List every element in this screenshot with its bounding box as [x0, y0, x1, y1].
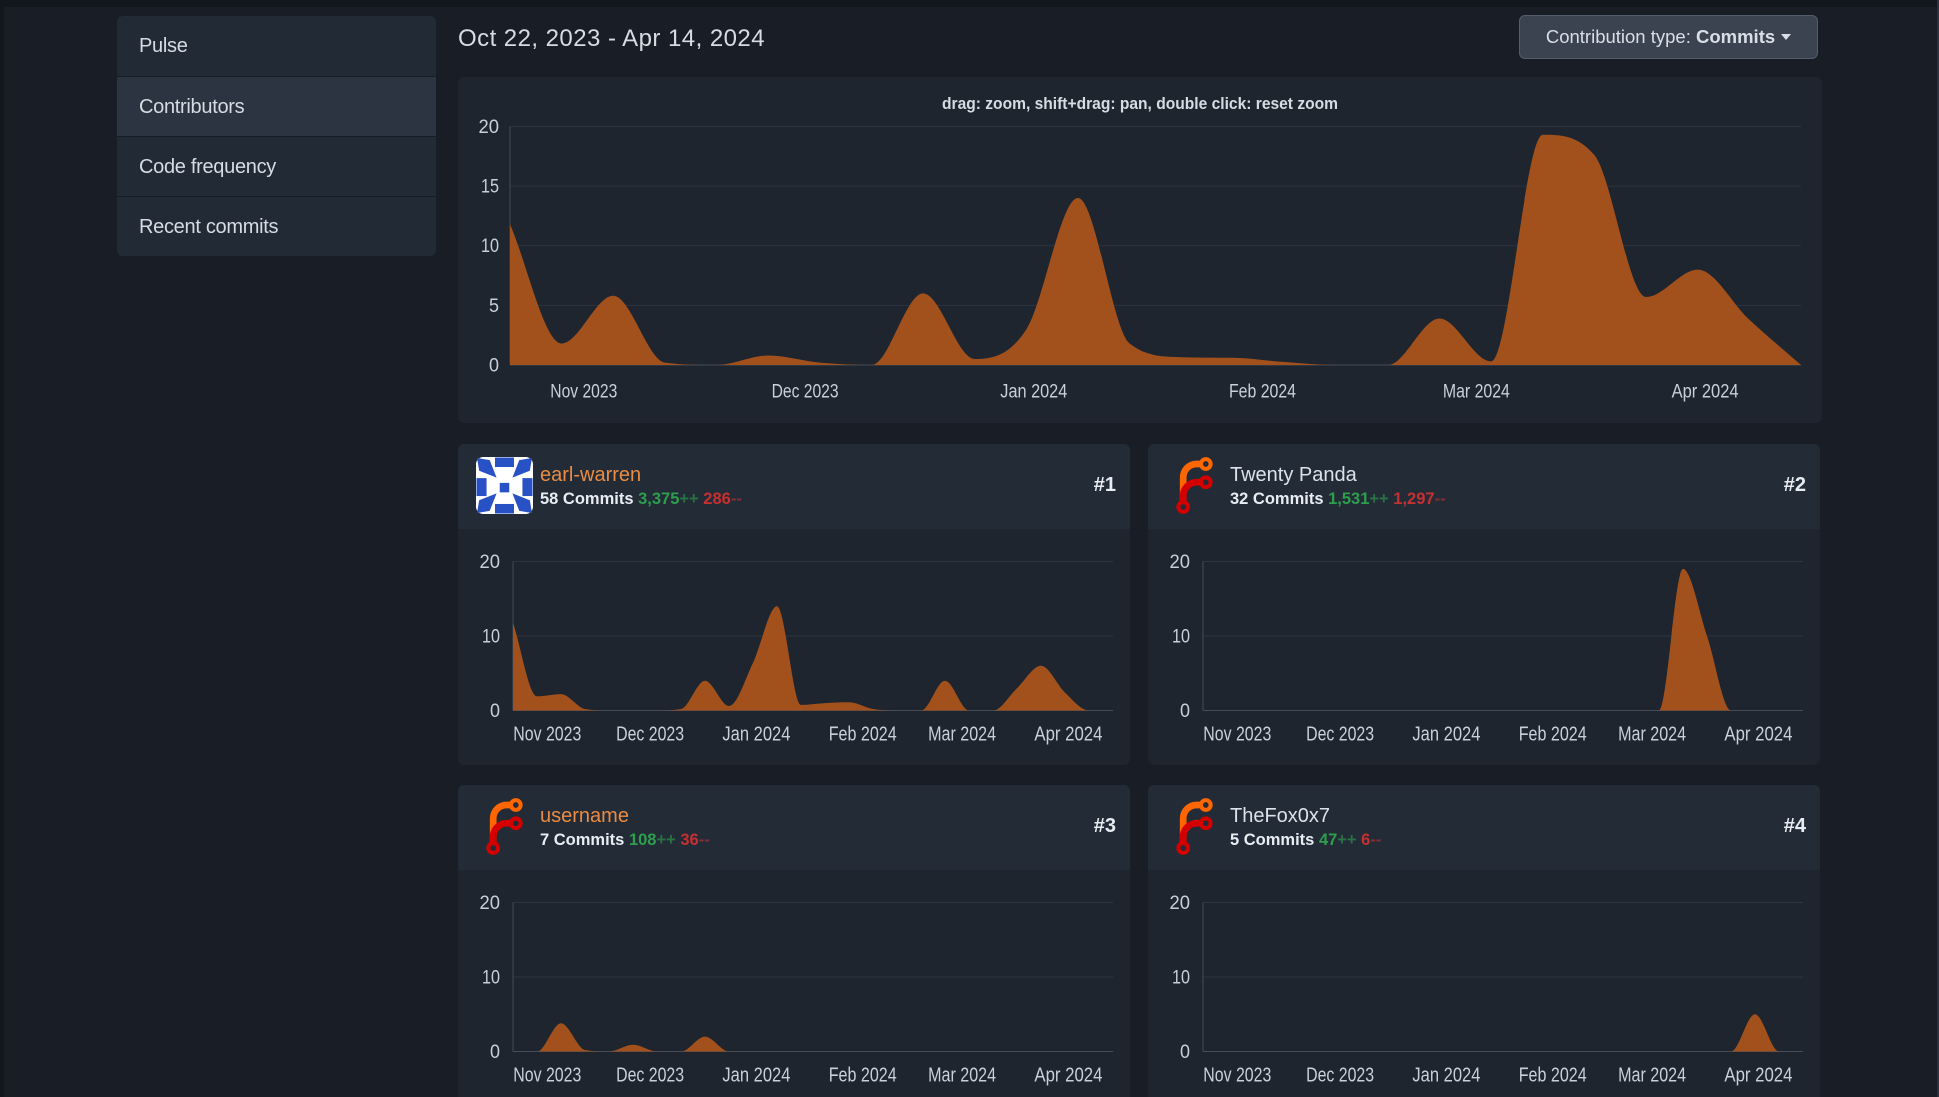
svg-text:20: 20 — [1170, 893, 1191, 914]
svg-text:Mar 2024: Mar 2024 — [928, 1065, 996, 1087]
svg-text:Nov 2023: Nov 2023 — [513, 1065, 581, 1087]
svg-text:0: 0 — [490, 701, 500, 722]
svg-text:20: 20 — [479, 117, 500, 138]
svg-text:Apr 2024: Apr 2024 — [1724, 724, 1792, 746]
svg-text:10: 10 — [481, 236, 499, 257]
svg-text:Apr 2024: Apr 2024 — [1672, 382, 1739, 403]
svg-text:Feb 2024: Feb 2024 — [829, 1065, 897, 1087]
svg-text:0: 0 — [1180, 1042, 1190, 1063]
svg-text:Feb 2024: Feb 2024 — [1229, 382, 1296, 403]
svg-text:Dec 2023: Dec 2023 — [772, 382, 839, 403]
svg-text:Mar 2024: Mar 2024 — [928, 724, 996, 746]
svg-text:0: 0 — [1180, 701, 1190, 722]
svg-text:Dec 2023: Dec 2023 — [616, 1065, 684, 1087]
svg-text:Apr 2024: Apr 2024 — [1724, 1065, 1792, 1087]
svg-text:Dec 2023: Dec 2023 — [616, 724, 684, 746]
svg-text:drag: zoom, shift+drag: pan, d: drag: zoom, shift+drag: pan, double clic… — [942, 95, 1338, 113]
svg-text:Mar 2024: Mar 2024 — [1618, 1065, 1686, 1087]
svg-text:Jan 2024: Jan 2024 — [722, 1065, 790, 1087]
svg-text:5: 5 — [489, 296, 499, 317]
svg-text:10: 10 — [482, 968, 500, 989]
svg-text:Apr 2024: Apr 2024 — [1034, 724, 1102, 746]
svg-text:Nov 2023: Nov 2023 — [1203, 724, 1271, 746]
svg-text:Dec 2023: Dec 2023 — [1306, 724, 1374, 746]
svg-text:0: 0 — [490, 1042, 500, 1063]
svg-text:Nov 2023: Nov 2023 — [513, 724, 581, 746]
svg-text:Mar 2024: Mar 2024 — [1618, 724, 1686, 746]
svg-text:10: 10 — [1172, 627, 1190, 648]
svg-text:10: 10 — [482, 627, 500, 648]
svg-text:Jan 2024: Jan 2024 — [1412, 1065, 1480, 1087]
svg-text:Feb 2024: Feb 2024 — [829, 724, 897, 746]
svg-text:Jan 2024: Jan 2024 — [1412, 724, 1480, 746]
svg-text:Jan 2024: Jan 2024 — [1000, 382, 1067, 403]
svg-text:Jan 2024: Jan 2024 — [722, 724, 790, 746]
svg-text:Dec 2023: Dec 2023 — [1306, 1065, 1374, 1087]
svg-text:15: 15 — [481, 177, 499, 198]
svg-text:0: 0 — [489, 356, 499, 377]
svg-text:10: 10 — [1172, 968, 1190, 989]
svg-text:Nov 2023: Nov 2023 — [550, 382, 617, 403]
svg-text:Nov 2023: Nov 2023 — [1203, 1065, 1271, 1087]
svg-text:20: 20 — [480, 552, 501, 573]
svg-text:20: 20 — [1170, 552, 1191, 573]
svg-text:20: 20 — [480, 893, 501, 914]
svg-text:Feb 2024: Feb 2024 — [1519, 724, 1587, 746]
svg-text:Apr 2024: Apr 2024 — [1034, 1065, 1102, 1087]
svg-text:Mar 2024: Mar 2024 — [1443, 382, 1510, 403]
svg-text:Feb 2024: Feb 2024 — [1519, 1065, 1587, 1087]
